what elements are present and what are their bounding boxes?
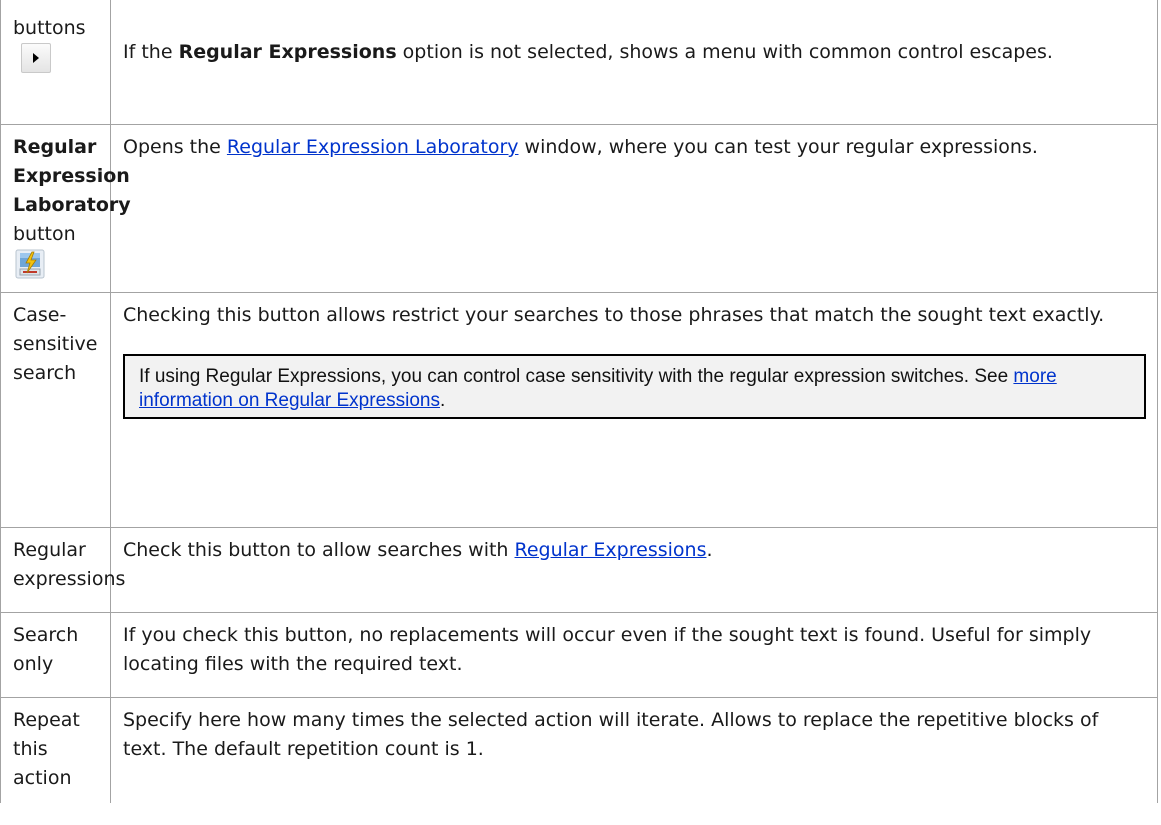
options-table: buttons If the Regular Expressions optio…	[0, 0, 1158, 803]
play-arrow-icon	[21, 43, 51, 73]
note-box: If using Regular Expressions, you can co…	[123, 354, 1146, 419]
term-label: Repeat this action	[13, 709, 80, 789]
description-cell: Specify here how many times the selected…	[110, 697, 1158, 803]
table-row: Case-sensitive search Checking this butt…	[0, 292, 1158, 528]
description-text: Opens the	[123, 136, 227, 158]
regex-lab-icon	[15, 249, 45, 279]
term-label: Regular expressions	[13, 539, 126, 590]
regex-laboratory-link[interactable]: Regular Expression Laboratory	[227, 136, 519, 158]
table-row: Regular expressions Check this button to…	[0, 527, 1158, 613]
term-cell: Regular expressions	[0, 527, 125, 613]
description-text: If you check this button, no replacement…	[123, 624, 1092, 675]
term-label: button	[13, 223, 76, 245]
description-bold-text: Regular Expressions	[178, 41, 397, 63]
description-text: Check this button to allow searches with	[123, 539, 515, 561]
note-text: If using Regular Expressions, you can co…	[139, 366, 1014, 387]
description-text: option is not selected, shows a menu wit…	[396, 41, 1053, 63]
term-label: buttons	[13, 17, 86, 39]
table-row: Repeat this action Specify here how many…	[0, 697, 1158, 803]
term-cell: Case-sensitive search	[0, 292, 111, 528]
description-text: Checking this button allows restrict you…	[123, 304, 1105, 326]
table-row: buttons If the Regular Expressions optio…	[0, 0, 1158, 125]
description-cell: Checking this button allows restrict you…	[110, 292, 1158, 528]
description-text: If the	[123, 41, 179, 63]
description-cell: If you check this button, no replacement…	[110, 612, 1158, 698]
description-text: window, where you can test your regular …	[518, 136, 1038, 158]
description-cell: Check this button to allow searches with…	[110, 527, 1158, 613]
table-row: Search only If you check this button, no…	[0, 612, 1158, 698]
term-cell: Repeat this action	[0, 697, 111, 803]
term-label: Case-sensitive search	[13, 304, 98, 384]
description-cell: Opens the Regular Expression Laboratory …	[110, 124, 1158, 293]
description-text: .	[706, 539, 713, 561]
description-text: Specify here how many times the selected…	[123, 709, 1099, 760]
term-cell: buttons	[0, 0, 111, 125]
term-label: Search only	[13, 624, 79, 675]
note-text: .	[440, 390, 446, 411]
regular-expressions-link[interactable]: Regular Expressions	[515, 539, 707, 561]
term-cell: Search only	[0, 612, 111, 698]
term-cell: Regular Expression Laboratory button	[0, 124, 131, 293]
table-row: Regular Expression Laboratory button Ope…	[0, 124, 1158, 293]
description-cell: If the Regular Expressions option is not…	[110, 0, 1158, 125]
